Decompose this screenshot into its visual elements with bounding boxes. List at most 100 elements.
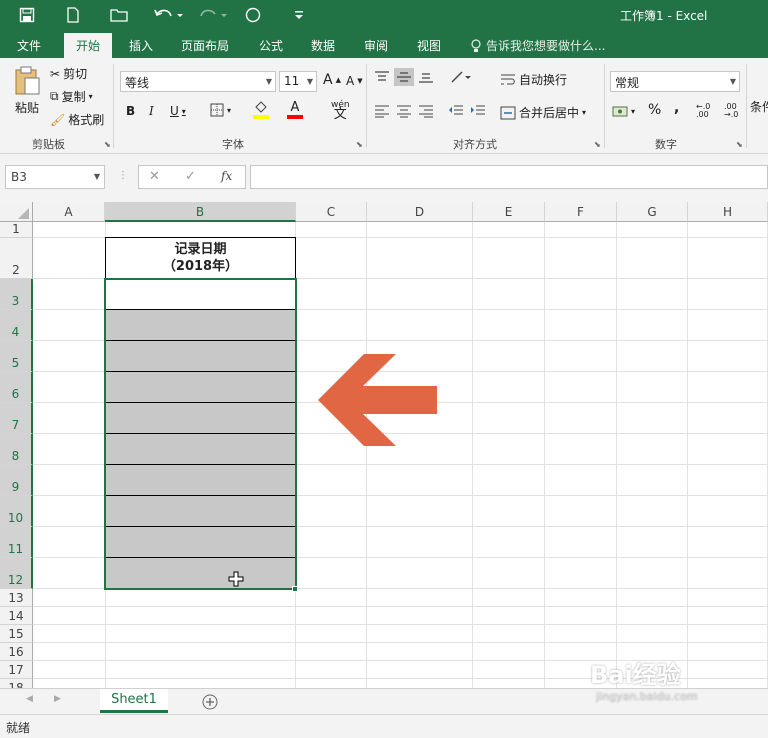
cut-button[interactable]: ✂ 剪切 xyxy=(50,65,87,82)
row-header-9[interactable]: 9 xyxy=(0,465,33,496)
undo-icon[interactable] xyxy=(152,6,184,24)
tab-view[interactable]: 视图 xyxy=(417,37,441,54)
currency-button[interactable]: ▾ xyxy=(612,104,635,118)
new-file-icon[interactable] xyxy=(62,6,84,24)
row-header-5[interactable]: 5 xyxy=(0,341,33,372)
row-header-16[interactable]: 16 xyxy=(0,643,33,661)
borders-button[interactable]: ▾ xyxy=(210,103,231,117)
merge-center-button[interactable]: 合并后居中 ▾ xyxy=(500,104,586,121)
column-header-h[interactable]: H xyxy=(688,202,768,222)
orientation-button[interactable] xyxy=(450,70,472,84)
cell-b4[interactable] xyxy=(106,310,295,341)
tab-review[interactable]: 审阅 xyxy=(364,37,388,54)
decrease-indent-button[interactable] xyxy=(448,104,464,118)
row-header-6[interactable]: 6 xyxy=(0,372,33,403)
comma-button[interactable]: , xyxy=(674,100,679,116)
customize-toolbar-icon[interactable] xyxy=(288,6,310,24)
column-header-f[interactable]: F xyxy=(545,202,617,222)
tab-data[interactable]: 数据 xyxy=(311,37,335,54)
tell-me-box[interactable]: 告诉我您想要做什么... xyxy=(470,37,605,54)
format-painter-button[interactable]: 🖌 格式刷 xyxy=(50,111,104,128)
align-left-button[interactable] xyxy=(374,104,390,118)
tab-page-layout[interactable]: 页面布局 xyxy=(181,37,229,54)
redo-icon[interactable] xyxy=(196,6,228,24)
row-header-15[interactable]: 15 xyxy=(0,625,33,643)
scroll-left-icon[interactable]: ◀ xyxy=(26,694,33,704)
sheet-tab-sheet1[interactable]: Sheet1 xyxy=(100,689,168,713)
cell-b9[interactable] xyxy=(106,465,295,496)
align-middle-button[interactable] xyxy=(394,68,414,86)
cell-b3[interactable] xyxy=(105,279,296,310)
cell-b6[interactable] xyxy=(106,372,295,403)
tab-insert[interactable]: 插入 xyxy=(129,37,153,54)
alignment-launcher-icon[interactable]: ⬊ xyxy=(594,140,601,149)
column-header-b[interactable]: B xyxy=(105,202,296,222)
align-right-button[interactable] xyxy=(418,104,434,118)
italic-button[interactable]: I xyxy=(149,104,154,118)
number-launcher-icon[interactable]: ⬊ xyxy=(736,140,743,149)
number-format-select[interactable]: 常规 ▼ xyxy=(610,71,740,92)
cell-b11[interactable] xyxy=(106,527,295,558)
underline-button[interactable]: U ▾ xyxy=(170,104,186,118)
row-header-8[interactable]: 8 xyxy=(0,434,33,465)
increase-decimal-button[interactable]: ←.0 .00 xyxy=(696,103,710,119)
paste-button[interactable]: 粘贴 xyxy=(10,66,44,116)
enter-icon[interactable]: ✓ xyxy=(185,169,196,184)
fill-color-button[interactable] xyxy=(253,101,269,119)
row-header-17[interactable]: 17 xyxy=(0,661,33,679)
save-icon[interactable] xyxy=(16,6,38,24)
row-header-10[interactable]: 10 xyxy=(0,496,33,527)
font-launcher-icon[interactable]: ⬊ xyxy=(356,140,363,149)
cancel-icon[interactable]: ✕ xyxy=(149,169,160,184)
phonetic-button[interactable]: wén 文 xyxy=(331,100,350,121)
row-header-11[interactable]: 11 xyxy=(0,527,33,558)
clipboard-launcher-icon[interactable]: ⬊ xyxy=(104,140,111,149)
cell-b5[interactable] xyxy=(106,341,295,372)
column-header-a[interactable]: A xyxy=(33,202,105,222)
row-header-3[interactable]: 3 xyxy=(0,279,33,310)
align-top-button[interactable] xyxy=(374,70,390,84)
row-header-18[interactable]: 18 xyxy=(0,679,33,688)
cell-b7[interactable] xyxy=(106,403,295,434)
open-folder-icon[interactable] xyxy=(108,6,130,24)
row-header-7[interactable]: 7 xyxy=(0,403,33,434)
decrease-font-button[interactable]: A ▼ xyxy=(346,74,363,88)
name-box[interactable]: B3 ▼ xyxy=(5,165,105,189)
cell-b10[interactable] xyxy=(106,496,295,527)
fill-handle[interactable] xyxy=(292,586,298,592)
align-bottom-button[interactable] xyxy=(418,70,434,84)
add-sheet-icon[interactable] xyxy=(202,694,218,710)
column-header-d[interactable]: D xyxy=(367,202,473,222)
percent-button[interactable]: % xyxy=(648,102,661,118)
row-header-14[interactable]: 14 xyxy=(0,607,33,625)
select-all-corner[interactable] xyxy=(0,202,33,222)
tab-file[interactable]: 文件 xyxy=(17,37,41,54)
wrap-text-button[interactable]: 自动换行 xyxy=(500,71,567,88)
column-header-e[interactable]: E xyxy=(473,202,545,222)
row-header-4[interactable]: 4 xyxy=(0,310,33,341)
formula-input[interactable] xyxy=(250,165,768,189)
row-header-13[interactable]: 13 xyxy=(0,589,33,607)
column-header-c[interactable]: C xyxy=(296,202,367,222)
increase-font-button[interactable]: A ▲ xyxy=(323,72,341,88)
insert-function-icon[interactable]: fx xyxy=(221,169,232,183)
tab-home[interactable]: 开始 xyxy=(64,33,113,58)
bold-button[interactable]: B xyxy=(126,104,135,118)
circle-shape-icon[interactable] xyxy=(242,6,264,24)
increase-indent-button[interactable] xyxy=(470,104,486,118)
align-center-button[interactable] xyxy=(396,104,412,118)
conditional-formatting-button[interactable]: 条件 xyxy=(750,98,768,115)
cell-b8[interactable] xyxy=(106,434,295,465)
scroll-right-icon[interactable]: ▶ xyxy=(54,694,61,704)
cell-b2[interactable]: 记录日期 （2018年） xyxy=(105,237,296,279)
copy-button[interactable]: ⧉ 复制 ▾ xyxy=(50,88,93,105)
cell-b12[interactable] xyxy=(106,558,295,589)
font-color-button[interactable]: A xyxy=(287,101,303,119)
decrease-decimal-button[interactable]: .00 →.0 xyxy=(724,103,738,119)
tab-formulas[interactable]: 公式 xyxy=(259,37,283,54)
font-name-select[interactable]: 等线 ▼ xyxy=(120,71,276,92)
font-size-select[interactable]: 11 ▼ xyxy=(279,71,317,92)
column-header-g[interactable]: G xyxy=(617,202,688,222)
row-header-2[interactable]: 2 xyxy=(0,238,33,279)
worksheet-grid[interactable]: A B C D E F G H 1 2 3 4 5 6 7 8 9 10 11 … xyxy=(0,202,768,688)
